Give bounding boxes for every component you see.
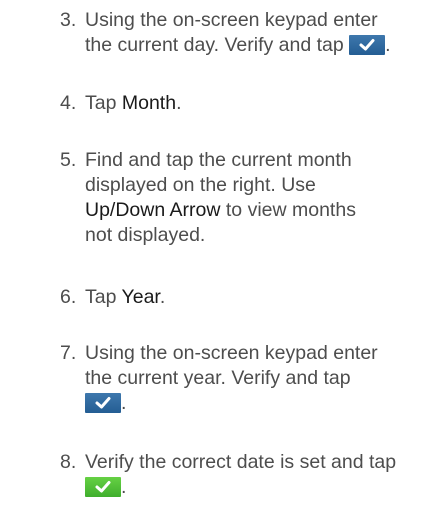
step-text: Using the on-screen keypad enter the cur… [85,8,415,58]
step-line-punct: . [121,392,127,414]
ui-term-month: Month [121,92,177,114]
step-number: 8. [60,451,77,473]
step-line: not displayed. [85,224,206,246]
step-line-text: to view months [220,199,356,221]
step-number: 3. [60,9,77,31]
step-line-text: Tap [85,286,122,308]
step-line-punct: . [176,92,182,114]
step-line: . [85,391,415,416]
step-line-punct: . [121,476,127,498]
step-number: 7. [60,342,77,364]
step-number: 6. [60,286,77,308]
step-text: Find and tap the current month displayed… [85,148,415,248]
step-text: Using the on-screen keypad enter the cur… [85,341,415,416]
step-line: . [85,475,415,500]
ui-term-year: Year [121,286,160,308]
step-line-punct: . [159,286,166,308]
step-number: 4. [60,92,77,114]
step-line: displayed on the right. Use [85,174,316,196]
save-check-icon [85,477,121,497]
step-line-text: Tap [85,92,122,114]
step-line: Using the on-screen keypad enter [85,9,378,31]
step-line: Up/Down Arrow to view months [85,198,415,223]
ui-term-up-down-arrow: Up/Down Arrow [85,199,221,221]
step-number: 5. [60,149,77,171]
confirm-check-icon [349,35,386,55]
step-text: Tap Month. [85,91,415,116]
step-text: Verify the correct date is set and tap . [85,450,415,500]
step-line: the current year. Verify and tap [85,367,351,389]
step-line: Find and tap the current month [85,149,352,171]
step-line-text: the current day. Verify and tap [85,34,344,56]
step-line: Verify the correct date is set and tap [85,451,397,473]
confirm-check-icon [85,393,121,413]
step-line: the current day. Verify and tap . [85,33,415,58]
step-line-punct: . [385,34,391,56]
step-text: Tap Year. [85,285,415,310]
step-line: Using the on-screen keypad enter [85,342,378,364]
